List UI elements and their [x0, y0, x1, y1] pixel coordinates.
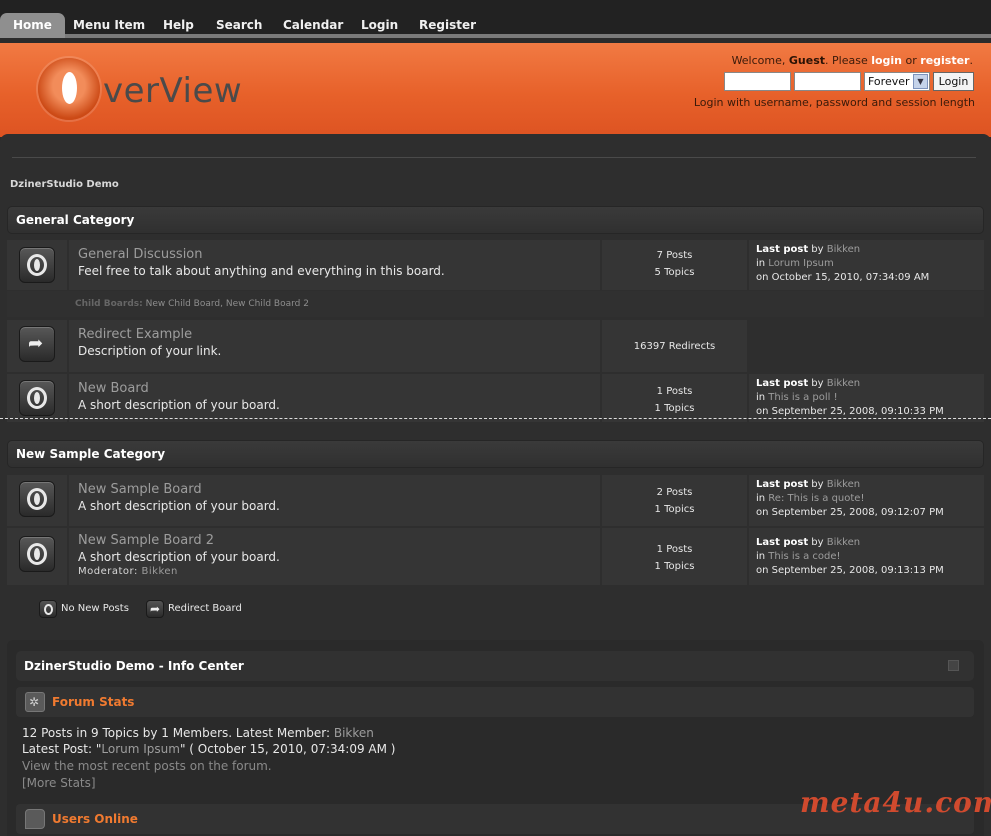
- last-post-date: on October 15, 2010, 07:34:09 AM: [756, 272, 930, 283]
- more-stats-link[interactable]: [More Stats]: [22, 776, 96, 790]
- latest-post-line: Latest Post: "Lorum Ipsum" ( October 15,…: [22, 742, 396, 756]
- nav-calendar[interactable]: Calendar: [270, 13, 356, 38]
- top-nav: Home Menu Item Help Search Calendar Logi…: [0, 0, 991, 38]
- board-row: New Sample Board A short description of …: [7, 475, 984, 526]
- nav-menu-item[interactable]: Menu Item: [60, 13, 158, 38]
- board-topics: 1 Topics: [654, 561, 695, 572]
- last-post-topic[interactable]: This is a poll !: [768, 392, 837, 403]
- last-post-topic[interactable]: Re: This is a quote!: [768, 493, 864, 504]
- last-post-author[interactable]: Bikken: [827, 537, 860, 548]
- child-board-link[interactable]: New Child Board: [146, 299, 221, 309]
- board-unread-icon[interactable]: [19, 380, 55, 416]
- last-post: Last post by Bikken in Re: This is a quo…: [749, 475, 984, 526]
- selection-guide: [0, 418, 991, 419]
- last-post-topic[interactable]: This is a code!: [768, 551, 840, 562]
- board-unread-icon[interactable]: [19, 247, 55, 283]
- guest-label: Guest: [788, 54, 826, 67]
- board-row: General Discussion Feel free to talk abo…: [7, 240, 984, 290]
- register-link[interactable]: register: [920, 54, 969, 67]
- board-topics: 5 Topics: [654, 267, 695, 278]
- last-post-author[interactable]: Bikken: [827, 378, 860, 389]
- redirect-board-icon: ➦: [146, 600, 164, 618]
- stats-icon: [25, 687, 45, 717]
- last-post-date: on September 25, 2008, 09:13:13 PM: [756, 565, 944, 576]
- nav-register[interactable]: Register: [406, 13, 489, 38]
- latest-post-link[interactable]: Lorum Ipsum: [101, 742, 180, 756]
- child-boards: Child Boards: New Child Board, New Child…: [7, 291, 984, 317]
- last-post-date: on September 25, 2008, 09:12:07 PM: [756, 507, 944, 518]
- logo-icon: [38, 58, 100, 120]
- username-input[interactable]: [724, 72, 791, 91]
- board-name[interactable]: New Board: [78, 381, 591, 396]
- moderator-link[interactable]: Bikken: [142, 566, 178, 577]
- board-row: New Board A short description of your bo…: [7, 374, 984, 422]
- board-name[interactable]: New Sample Board 2: [78, 533, 591, 548]
- last-post-topic[interactable]: Lorum Ipsum: [768, 258, 833, 269]
- board-description: Feel free to talk about anything and eve…: [78, 264, 445, 278]
- last-post: Last post by Bikken in This is a poll ! …: [749, 374, 984, 422]
- password-input[interactable]: [794, 72, 861, 91]
- board-unread-icon[interactable]: [19, 481, 55, 517]
- site-logo-text: verView: [103, 71, 243, 111]
- board-moderator: Moderator: Bikken: [78, 566, 178, 577]
- nav-help[interactable]: Help: [150, 13, 207, 38]
- category-header-general[interactable]: General Category: [7, 206, 984, 234]
- divider: [12, 157, 976, 158]
- redirect-icon[interactable]: ➦: [19, 326, 55, 362]
- no-new-posts-icon: [39, 600, 57, 618]
- nav-home[interactable]: Home: [0, 13, 65, 38]
- board-description: A short description of your board.: [78, 499, 280, 513]
- latest-member-link[interactable]: Bikken: [334, 726, 374, 740]
- breadcrumb[interactable]: DzinerStudio Demo: [10, 179, 119, 190]
- last-post-author[interactable]: Bikken: [827, 479, 860, 490]
- board-unread-icon[interactable]: [19, 536, 55, 572]
- category-header-sample[interactable]: New Sample Category: [7, 440, 984, 468]
- last-post-author[interactable]: Bikken: [827, 244, 860, 255]
- nav-login[interactable]: Login: [348, 13, 411, 38]
- board-description: A short description of your board.: [78, 398, 280, 412]
- site-header: verView Welcome, Guest. Please login or …: [0, 43, 991, 137]
- last-post-date: on September 25, 2008, 09:10:33 PM: [756, 406, 944, 417]
- users-online-icon: [25, 809, 45, 829]
- child-board-link[interactable]: New Child Board 2: [226, 299, 309, 309]
- collapse-icon[interactable]: [948, 660, 959, 671]
- board-topics: 1 Topics: [654, 504, 695, 515]
- board-name[interactable]: Redirect Example: [78, 327, 591, 342]
- watermark: meta4u.com: [800, 786, 991, 819]
- board-row: ➦ Redirect Example Description of your l…: [7, 320, 984, 372]
- forum-stats-header: Forum Stats: [16, 687, 974, 717]
- board-posts: 1 Posts: [656, 386, 693, 397]
- board-row: New Sample Board 2 A short description o…: [7, 528, 984, 585]
- board-name[interactable]: General Discussion: [78, 247, 591, 262]
- board-redirects: 16397 Redirects: [633, 341, 716, 352]
- recent-posts-link[interactable]: View the most recent posts on the forum.: [22, 759, 272, 773]
- welcome-message: Welcome, Guest. Please login or register…: [731, 54, 973, 67]
- login-button[interactable]: Login: [933, 72, 974, 91]
- board-posts: 2 Posts: [656, 487, 693, 498]
- board-posts: 7 Posts: [656, 250, 693, 261]
- board-name[interactable]: New Sample Board: [78, 482, 591, 497]
- info-center-title[interactable]: DzinerStudio Demo - Info Center: [16, 651, 974, 681]
- last-post: Last post by Bikken in This is a code! o…: [749, 528, 984, 585]
- chevron-down-icon: ▼: [913, 74, 928, 89]
- board-topics: 1 Topics: [654, 403, 695, 414]
- session-length-select[interactable]: Forever ▼: [864, 72, 930, 91]
- login-hint: Login with username, password and sessio…: [693, 96, 975, 109]
- last-post: Last post by Bikken in Lorum Ipsum on Oc…: [749, 240, 984, 290]
- stats-summary: 12 Posts in 9 Topics by 1 Members. Lates…: [22, 726, 374, 740]
- board-posts: 1 Posts: [656, 544, 693, 555]
- login-link[interactable]: login: [871, 54, 902, 67]
- board-description: A short description of your board.: [78, 550, 280, 564]
- board-description: Description of your link.: [78, 344, 222, 358]
- nav-search[interactable]: Search: [203, 13, 275, 38]
